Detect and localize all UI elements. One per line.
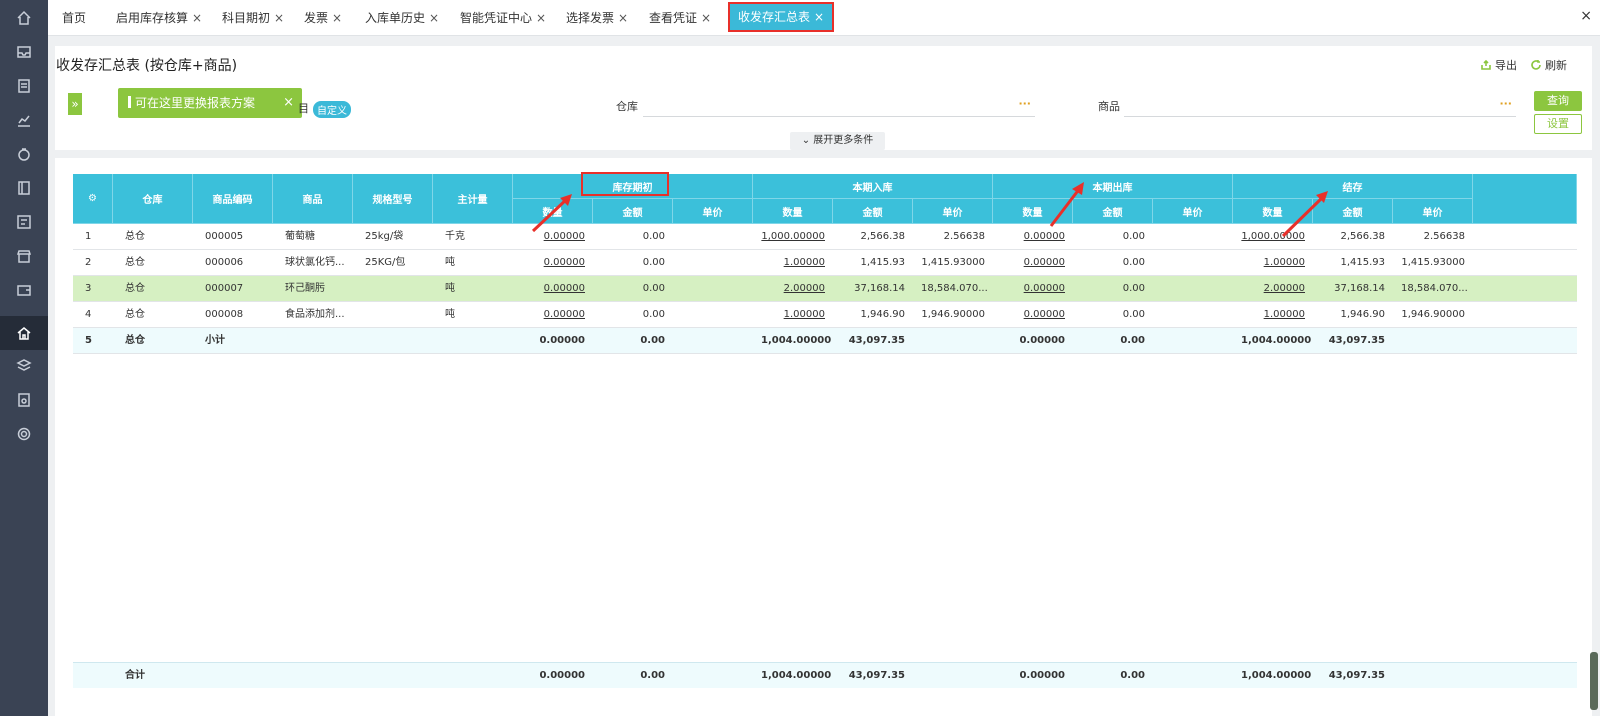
header-in-price[interactable]: 单价	[913, 199, 993, 224]
tab-select-invoice[interactable]: 选择发票 ×	[566, 0, 628, 36]
total-row: 合计 0.00000 0.00 1,004.00000 43,097.35 0.…	[73, 662, 1577, 688]
close-icon[interactable]: ×	[192, 11, 202, 25]
tooltip-close-icon[interactable]: ×	[283, 88, 294, 118]
tab-bar: 首页 启用库存核算 × 科目期初 × 发票 × 入库单历史 × 智能凭证中心 × 选择发票…	[48, 0, 1600, 36]
header-code[interactable]: 商品编码	[193, 174, 273, 224]
header-filler	[1473, 174, 1577, 224]
annotation-arrow	[1049, 182, 1084, 227]
settings-button[interactable]: 设置	[1534, 114, 1582, 134]
tab-view-voucher[interactable]: 查看凭证 ×	[649, 0, 711, 36]
warehouse-label: 仓库	[616, 100, 638, 113]
header-group-in: 本期入库	[753, 174, 993, 199]
expand-panel-button[interactable]: »	[68, 93, 82, 115]
header-group-out: 本期出库	[993, 174, 1233, 199]
tab-inbound-history[interactable]: 入库单历史 ×	[365, 0, 439, 36]
table-row[interactable]: 4 总仓 000008 食品添加剂... 吨 0.00000 0.00 1.00…	[73, 302, 1577, 328]
page-title: 收发存汇总表 (按仓库+商品)	[56, 58, 238, 74]
invoice-icon[interactable]	[14, 390, 34, 410]
annotation-box	[581, 172, 669, 196]
warehouse-picker-icon[interactable]: ···	[1018, 97, 1031, 110]
close-icon[interactable]: ×	[332, 11, 342, 25]
money-bag-icon[interactable]	[14, 144, 34, 164]
home-icon[interactable]	[14, 8, 34, 28]
sidebar	[0, 0, 48, 716]
header-in-amount[interactable]: 金额	[833, 199, 913, 224]
header-in-qty[interactable]: 数量	[753, 199, 833, 224]
chart-icon[interactable]	[14, 110, 34, 130]
form-icon[interactable]	[14, 212, 34, 232]
header-spec[interactable]: 规格型号	[353, 174, 433, 224]
query-button[interactable]: 查询	[1534, 91, 1582, 111]
annotation-arrow	[531, 194, 572, 233]
house-icon[interactable]	[0, 316, 48, 350]
subtotal-row: 5 总仓 小计 0.00000 0.00 1,004.00000 43,097.…	[73, 328, 1577, 354]
export-button[interactable]: 导出	[1480, 57, 1517, 73]
refresh-button[interactable]: 刷新	[1530, 57, 1567, 73]
tab-home[interactable]: 首页	[62, 0, 86, 36]
header-group-closing: 结存	[1233, 174, 1473, 199]
header-opening-amount[interactable]: 金额	[593, 199, 673, 224]
close-icon[interactable]: ×	[274, 11, 284, 25]
table-row[interactable]: 2 总仓 000006 球状氯化钙... 25KG/包 吨 0.00000 0.…	[73, 250, 1577, 276]
header-unit[interactable]: 主计量	[433, 174, 513, 224]
close-icon[interactable]: ×	[536, 11, 546, 25]
tab-enable-inventory[interactable]: 启用库存核算 ×	[116, 0, 202, 36]
close-icon[interactable]: ×	[429, 11, 439, 25]
settings-icon[interactable]	[14, 424, 34, 444]
store-icon[interactable]	[14, 246, 34, 266]
inbox-icon[interactable]	[14, 42, 34, 62]
divider	[55, 150, 1592, 158]
table-row[interactable]: 1 总仓 000005 葡萄糖 25kg/袋 千克 0.00000 0.00 1…	[73, 224, 1577, 250]
annotation-arrow	[1281, 191, 1328, 238]
scheme-tooltip: 可在这里更换报表方案 ×	[118, 88, 302, 118]
chevron-down-icon: ⌄	[801, 135, 814, 146]
wallet-icon[interactable]	[14, 280, 34, 300]
table-row-selected[interactable]: 3 总仓 000007 环己酮肟 吨 0.00000 0.00 2.00000 …	[73, 276, 1577, 302]
close-icon[interactable]: ×	[618, 11, 628, 25]
ledger-icon[interactable]	[14, 178, 34, 198]
tab-invoice[interactable]: 发票 ×	[304, 0, 342, 36]
header-product[interactable]: 商品	[273, 174, 353, 224]
tab-subject-opening[interactable]: 科目期初 ×	[222, 0, 284, 36]
product-label: 商品	[1098, 100, 1120, 113]
header-warehouse[interactable]: 仓库	[113, 174, 193, 224]
header-out-price[interactable]: 单价	[1153, 199, 1233, 224]
product-picker-icon[interactable]: ···	[1499, 97, 1512, 110]
expand-more-conditions[interactable]: ⌄ 展开更多条件	[790, 132, 885, 150]
close-icon[interactable]: ×	[814, 10, 824, 24]
document-icon[interactable]	[14, 76, 34, 96]
scrollbar[interactable]	[1590, 652, 1598, 710]
period-label: 目	[298, 102, 309, 115]
header-closing-price[interactable]: 单价	[1393, 199, 1473, 224]
close-icon[interactable]: ×	[701, 11, 711, 25]
column-settings-icon[interactable]: ⚙	[73, 174, 113, 224]
export-icon	[1481, 59, 1491, 70]
tab-smart-voucher[interactable]: 智能凭证中心 ×	[460, 0, 546, 36]
window-close-icon[interactable]: ×	[1580, 8, 1592, 24]
tab-inventory-summary[interactable]: 收发存汇总表 ×	[728, 2, 835, 32]
refresh-icon	[1531, 60, 1541, 70]
header-opening-price[interactable]: 单价	[673, 199, 753, 224]
product-input[interactable]: ···	[1124, 95, 1516, 117]
stack-icon[interactable]	[14, 356, 34, 376]
warehouse-input[interactable]: ···	[643, 95, 1035, 117]
custom-tag[interactable]: 自定义	[313, 101, 351, 118]
